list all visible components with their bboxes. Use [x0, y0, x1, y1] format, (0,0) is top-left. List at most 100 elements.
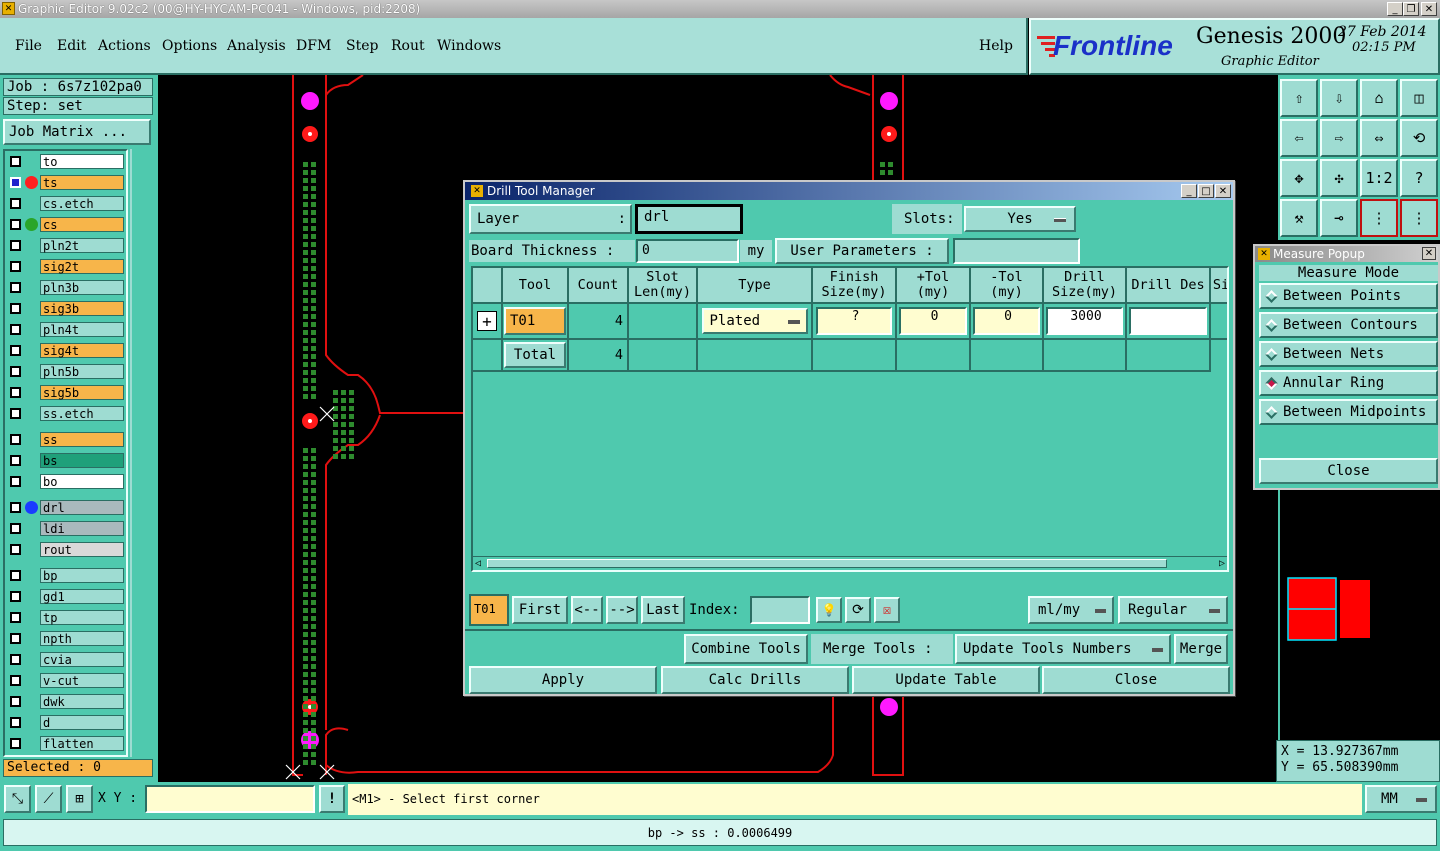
- grid-icon[interactable]: ⊞: [66, 785, 93, 813]
- home-icon[interactable]: ⌂: [1360, 79, 1398, 117]
- overview-panel[interactable]: [1278, 490, 1440, 740]
- menu-dfm[interactable]: DFM: [296, 38, 331, 54]
- first-button[interactable]: First: [512, 596, 568, 624]
- panel-icon[interactable]: ◫: [1400, 79, 1438, 117]
- drill-des-input[interactable]: [1129, 307, 1207, 335]
- refresh-icon[interactable]: ⟳: [845, 597, 871, 623]
- user-parameters-input[interactable]: [953, 238, 1080, 264]
- layer-row-sig5b[interactable]: sig5b: [6, 385, 124, 400]
- layer-row-pln5b[interactable]: pln5b: [6, 364, 124, 379]
- type-select[interactable]: Plated: [701, 308, 808, 334]
- menu-edit[interactable]: Edit: [57, 38, 86, 54]
- warning-button[interactable]: !: [319, 785, 345, 813]
- tool-button[interactable]: T01: [504, 307, 566, 335]
- layer-checkbox[interactable]: [10, 455, 21, 466]
- layer-checkbox[interactable]: [10, 282, 21, 293]
- layer-checkbox[interactable]: [10, 408, 21, 419]
- layer-checkbox[interactable]: [10, 156, 21, 167]
- scale-icon[interactable]: 1:2: [1360, 159, 1398, 197]
- layer-checkbox[interactable]: [10, 387, 21, 398]
- update-table-button[interactable]: Update Table: [852, 666, 1040, 694]
- layer-row-sig2t[interactable]: sig2t: [6, 259, 124, 274]
- layer-row-drl[interactable]: drl: [6, 500, 124, 515]
- slots-select[interactable]: Yes: [964, 206, 1076, 232]
- prev-button[interactable]: <--: [571, 596, 603, 624]
- calc-drills-button[interactable]: Calc Drills: [661, 666, 849, 694]
- menu-help[interactable]: Help: [979, 38, 1013, 54]
- layer-row-ss[interactable]: ss: [6, 432, 124, 447]
- layer-checkbox[interactable]: [10, 240, 21, 251]
- units-select[interactable]: ml/my: [1028, 596, 1114, 624]
- scroll-left-icon[interactable]: ◁: [475, 558, 481, 569]
- layer-row-pln2t[interactable]: pln2t: [6, 238, 124, 253]
- merge-button[interactable]: Merge: [1174, 634, 1228, 664]
- board-thickness-input[interactable]: 0: [636, 239, 739, 263]
- layer-checkbox[interactable]: [10, 696, 21, 707]
- layer-down-icon[interactable]: ⋮: [1400, 199, 1438, 237]
- layer-row-ts[interactable]: ts: [6, 175, 124, 190]
- center-icon[interactable]: ✣: [1320, 159, 1358, 197]
- close-icon[interactable]: ✕: [1422, 247, 1436, 260]
- layer-row-rout[interactable]: rout: [6, 542, 124, 557]
- apply-button[interactable]: Apply: [469, 666, 657, 694]
- measure-close-button[interactable]: Close: [1259, 458, 1438, 484]
- layer-row-sig3b[interactable]: sig3b: [6, 301, 124, 316]
- menu-options[interactable]: Options: [162, 38, 217, 54]
- layer-row-flatten[interactable]: flatten: [6, 736, 124, 751]
- layer-row-v-cut[interactable]: v-cut: [6, 673, 124, 688]
- layer-checkbox[interactable]: [10, 654, 21, 665]
- layer-row-bp[interactable]: bp: [6, 568, 124, 583]
- layer-checkbox[interactable]: [10, 366, 21, 377]
- layer-checkbox[interactable]: [10, 502, 21, 513]
- layer-row-gd1[interactable]: gd1: [6, 589, 124, 604]
- xy-input[interactable]: [145, 785, 315, 813]
- close-button[interactable]: Close: [1042, 666, 1230, 694]
- layer-checkbox[interactable]: [10, 219, 21, 230]
- close-icon[interactable]: ✕: [1215, 184, 1231, 198]
- drill-size-input[interactable]: 3000: [1046, 307, 1123, 335]
- combine-tools-button[interactable]: Combine Tools: [684, 634, 808, 664]
- move-up-icon[interactable]: ⇧: [1280, 79, 1318, 117]
- finish-size-input[interactable]: ?: [816, 307, 892, 335]
- layer-checkbox[interactable]: [10, 633, 21, 644]
- measure-option-between-contours[interactable]: Between Contours: [1259, 312, 1438, 338]
- index-input[interactable]: [750, 596, 810, 624]
- minus-tol-input[interactable]: 0: [973, 307, 1040, 335]
- layer-row-sig4t[interactable]: sig4t: [6, 343, 124, 358]
- layer-checkbox[interactable]: [10, 591, 21, 602]
- layer-row-bs[interactable]: bs: [6, 453, 124, 468]
- measure-option-between-midpoints[interactable]: Between Midpoints: [1259, 399, 1438, 425]
- restore-icon[interactable]: ❐: [1403, 2, 1419, 16]
- layer-row-to[interactable]: to: [6, 154, 124, 169]
- menu-rout[interactable]: Rout: [391, 38, 425, 54]
- layer-checkbox[interactable]: [10, 177, 21, 188]
- fit-all-icon[interactable]: ✥: [1280, 159, 1318, 197]
- close-icon[interactable]: ✕: [1421, 2, 1437, 16]
- layer-field[interactable]: drl: [635, 204, 743, 234]
- layer-row-cs[interactable]: cs: [6, 217, 124, 232]
- layer-row-dwk[interactable]: dwk: [6, 694, 124, 709]
- minimize-icon[interactable]: _: [1181, 184, 1197, 198]
- measure-icon[interactable]: ⟋: [35, 785, 62, 813]
- measure-option-annular-ring[interactable]: Annular Ring: [1259, 370, 1438, 396]
- layer-checkbox[interactable]: [10, 303, 21, 314]
- layer-row-ldi[interactable]: ldi: [6, 521, 124, 536]
- move-down-icon[interactable]: ⇩: [1320, 79, 1358, 117]
- rotate-icon[interactable]: ⟲: [1400, 119, 1438, 157]
- user-parameters-button[interactable]: User Parameters :: [775, 238, 949, 264]
- measure-option-between-nets[interactable]: Between Nets: [1259, 341, 1438, 367]
- table-hscrollbar[interactable]: ◁ ▷: [473, 556, 1227, 570]
- layer-checkbox[interactable]: [10, 324, 21, 335]
- layer-checkbox[interactable]: [10, 544, 21, 555]
- mode-select[interactable]: Regular: [1118, 596, 1228, 624]
- scroll-thumb[interactable]: [487, 559, 1167, 568]
- menu-file[interactable]: File: [15, 38, 42, 54]
- layer-row-npth[interactable]: npth: [6, 631, 124, 646]
- tools-icon[interactable]: ⚒: [1280, 199, 1318, 237]
- help-icon[interactable]: ?: [1400, 159, 1438, 197]
- layer-checkbox[interactable]: [10, 738, 21, 749]
- scroll-right-icon[interactable]: ▷: [1219, 558, 1225, 569]
- last-button[interactable]: Last: [641, 596, 685, 624]
- move-right-icon[interactable]: ⇨: [1320, 119, 1358, 157]
- layer-row-cvia[interactable]: cvia: [6, 652, 124, 667]
